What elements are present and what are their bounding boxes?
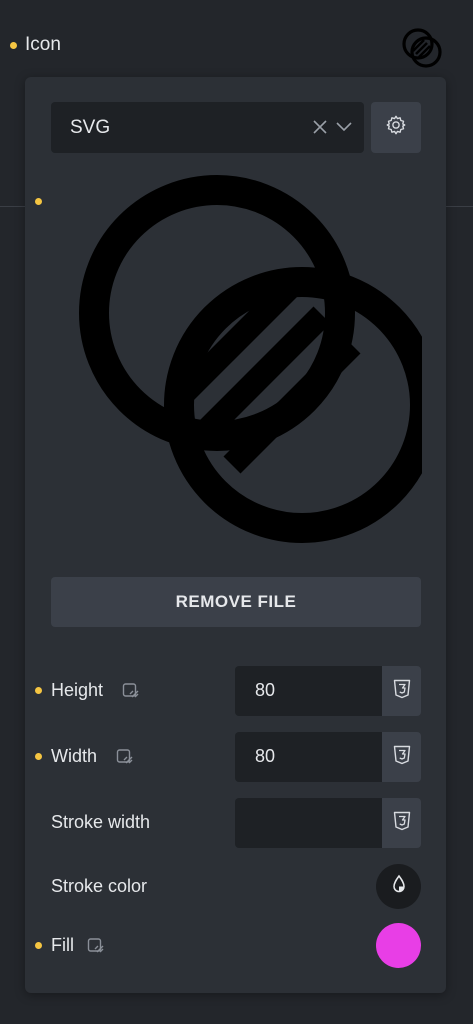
close-icon[interactable] [310, 117, 330, 137]
svg-preview [52, 175, 440, 545]
icon-control-header: Icon [0, 22, 473, 68]
fill-color-swatch[interactable] [376, 923, 421, 968]
css3-icon [393, 745, 411, 770]
height-label: Height [51, 680, 104, 700]
height-input[interactable]: 80 [235, 666, 382, 716]
intersecting-circles-icon[interactable] [400, 25, 446, 71]
responsive-link-icon[interactable] [122, 682, 140, 700]
remove-file-button[interactable]: REMOVE FILE [51, 577, 421, 627]
stroke-color-label: Stroke color [51, 876, 148, 896]
stroke-width-control: Stroke width [25, 798, 446, 848]
width-control: Width 80 [25, 732, 446, 782]
stroke-color-control: Stroke color [25, 862, 446, 912]
section-divider [446, 206, 473, 207]
fill-label: Fill [51, 935, 74, 955]
droplet-icon [390, 874, 408, 899]
modified-indicator-dot [10, 42, 17, 49]
height-unit-button[interactable] [382, 666, 421, 716]
modified-indicator-dot [35, 942, 42, 949]
modified-indicator-dot [35, 687, 42, 694]
modified-indicator-dot [35, 198, 42, 205]
width-value: 80 [255, 746, 276, 766]
stroke-width-label: Stroke width [51, 812, 151, 832]
icon-settings-popover: SVG REMOVE FILE Height 80 Width 80 Strok… [25, 77, 446, 993]
select-value: SVG [70, 117, 111, 138]
height-control: Height 80 [25, 666, 446, 716]
height-value: 80 [255, 680, 276, 700]
width-input[interactable]: 80 [235, 732, 382, 782]
css3-icon [393, 679, 411, 704]
width-label: Width [51, 746, 98, 766]
icon-library-select[interactable]: SVG [51, 102, 364, 153]
stroke-width-unit-button[interactable] [382, 798, 421, 848]
control-label: Icon [25, 34, 61, 55]
intersecting-circles-striped-icon [79, 175, 440, 543]
gear-icon [385, 114, 407, 141]
stroke-color-swatch[interactable] [376, 864, 421, 909]
responsive-link-icon[interactable] [87, 937, 105, 955]
stroke-width-input[interactable] [235, 798, 382, 848]
modified-indicator-dot [35, 753, 42, 760]
width-unit-button[interactable] [382, 732, 421, 782]
icon-settings-button[interactable] [371, 102, 421, 153]
section-divider [0, 206, 26, 207]
responsive-link-icon[interactable] [116, 748, 134, 766]
css3-icon [393, 811, 411, 836]
fill-control: Fill [25, 921, 446, 971]
chevron-down-icon[interactable] [334, 117, 354, 137]
